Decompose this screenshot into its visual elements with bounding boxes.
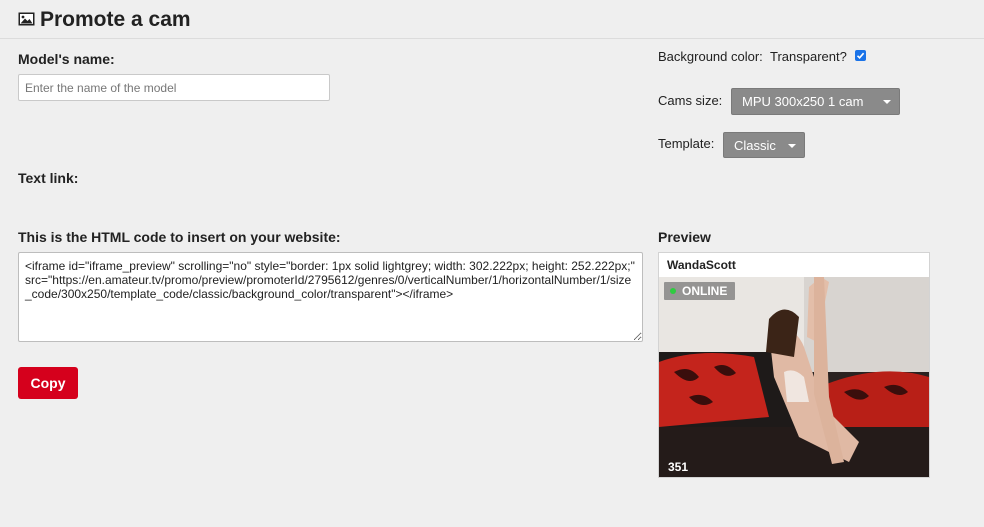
template-value: Classic [734,138,776,153]
online-status-text: ONLINE [682,284,728,298]
model-name-input[interactable] [18,74,330,101]
html-code-textarea[interactable]: <iframe id="iframe_preview" scrolling="n… [18,252,643,342]
preview-label: Preview [658,229,711,245]
copy-button[interactable]: Copy [18,367,78,399]
cams-size-select[interactable]: MPU 300x250 1 cam [731,88,900,115]
cams-size-label: Cams size: [658,93,723,108]
template-select[interactable]: Classic [723,132,805,158]
model-name-label: Model's name: [18,51,115,67]
background-color-label: Background color: [658,49,763,64]
online-status-badge: ONLINE [664,282,736,300]
template-label: Template: [658,136,715,151]
page-header: Promote a cam [0,0,984,39]
transparent-checkbox[interactable] [855,50,866,61]
online-dot-icon [670,288,676,294]
cam-preview-card[interactable]: WandaScott ONLINE 351 [658,252,930,478]
page-title: Promote a cam [40,8,191,31]
preview-model-name: WandaScott [667,258,736,272]
cam-thumbnail-image [659,277,929,477]
cam-thumbnail[interactable]: ONLINE 351 [659,277,929,477]
cams-size-value: MPU 300x250 1 cam [742,94,864,109]
image-icon [18,12,35,26]
chevron-down-icon [788,144,796,148]
chevron-down-icon [883,100,891,104]
text-link-label: Text link: [18,170,79,186]
transparent-label: Transparent? [770,49,847,64]
html-code-label: This is the HTML code to insert on your … [18,229,341,245]
viewer-count: 351 [668,460,689,474]
checkmark-icon [856,52,865,59]
